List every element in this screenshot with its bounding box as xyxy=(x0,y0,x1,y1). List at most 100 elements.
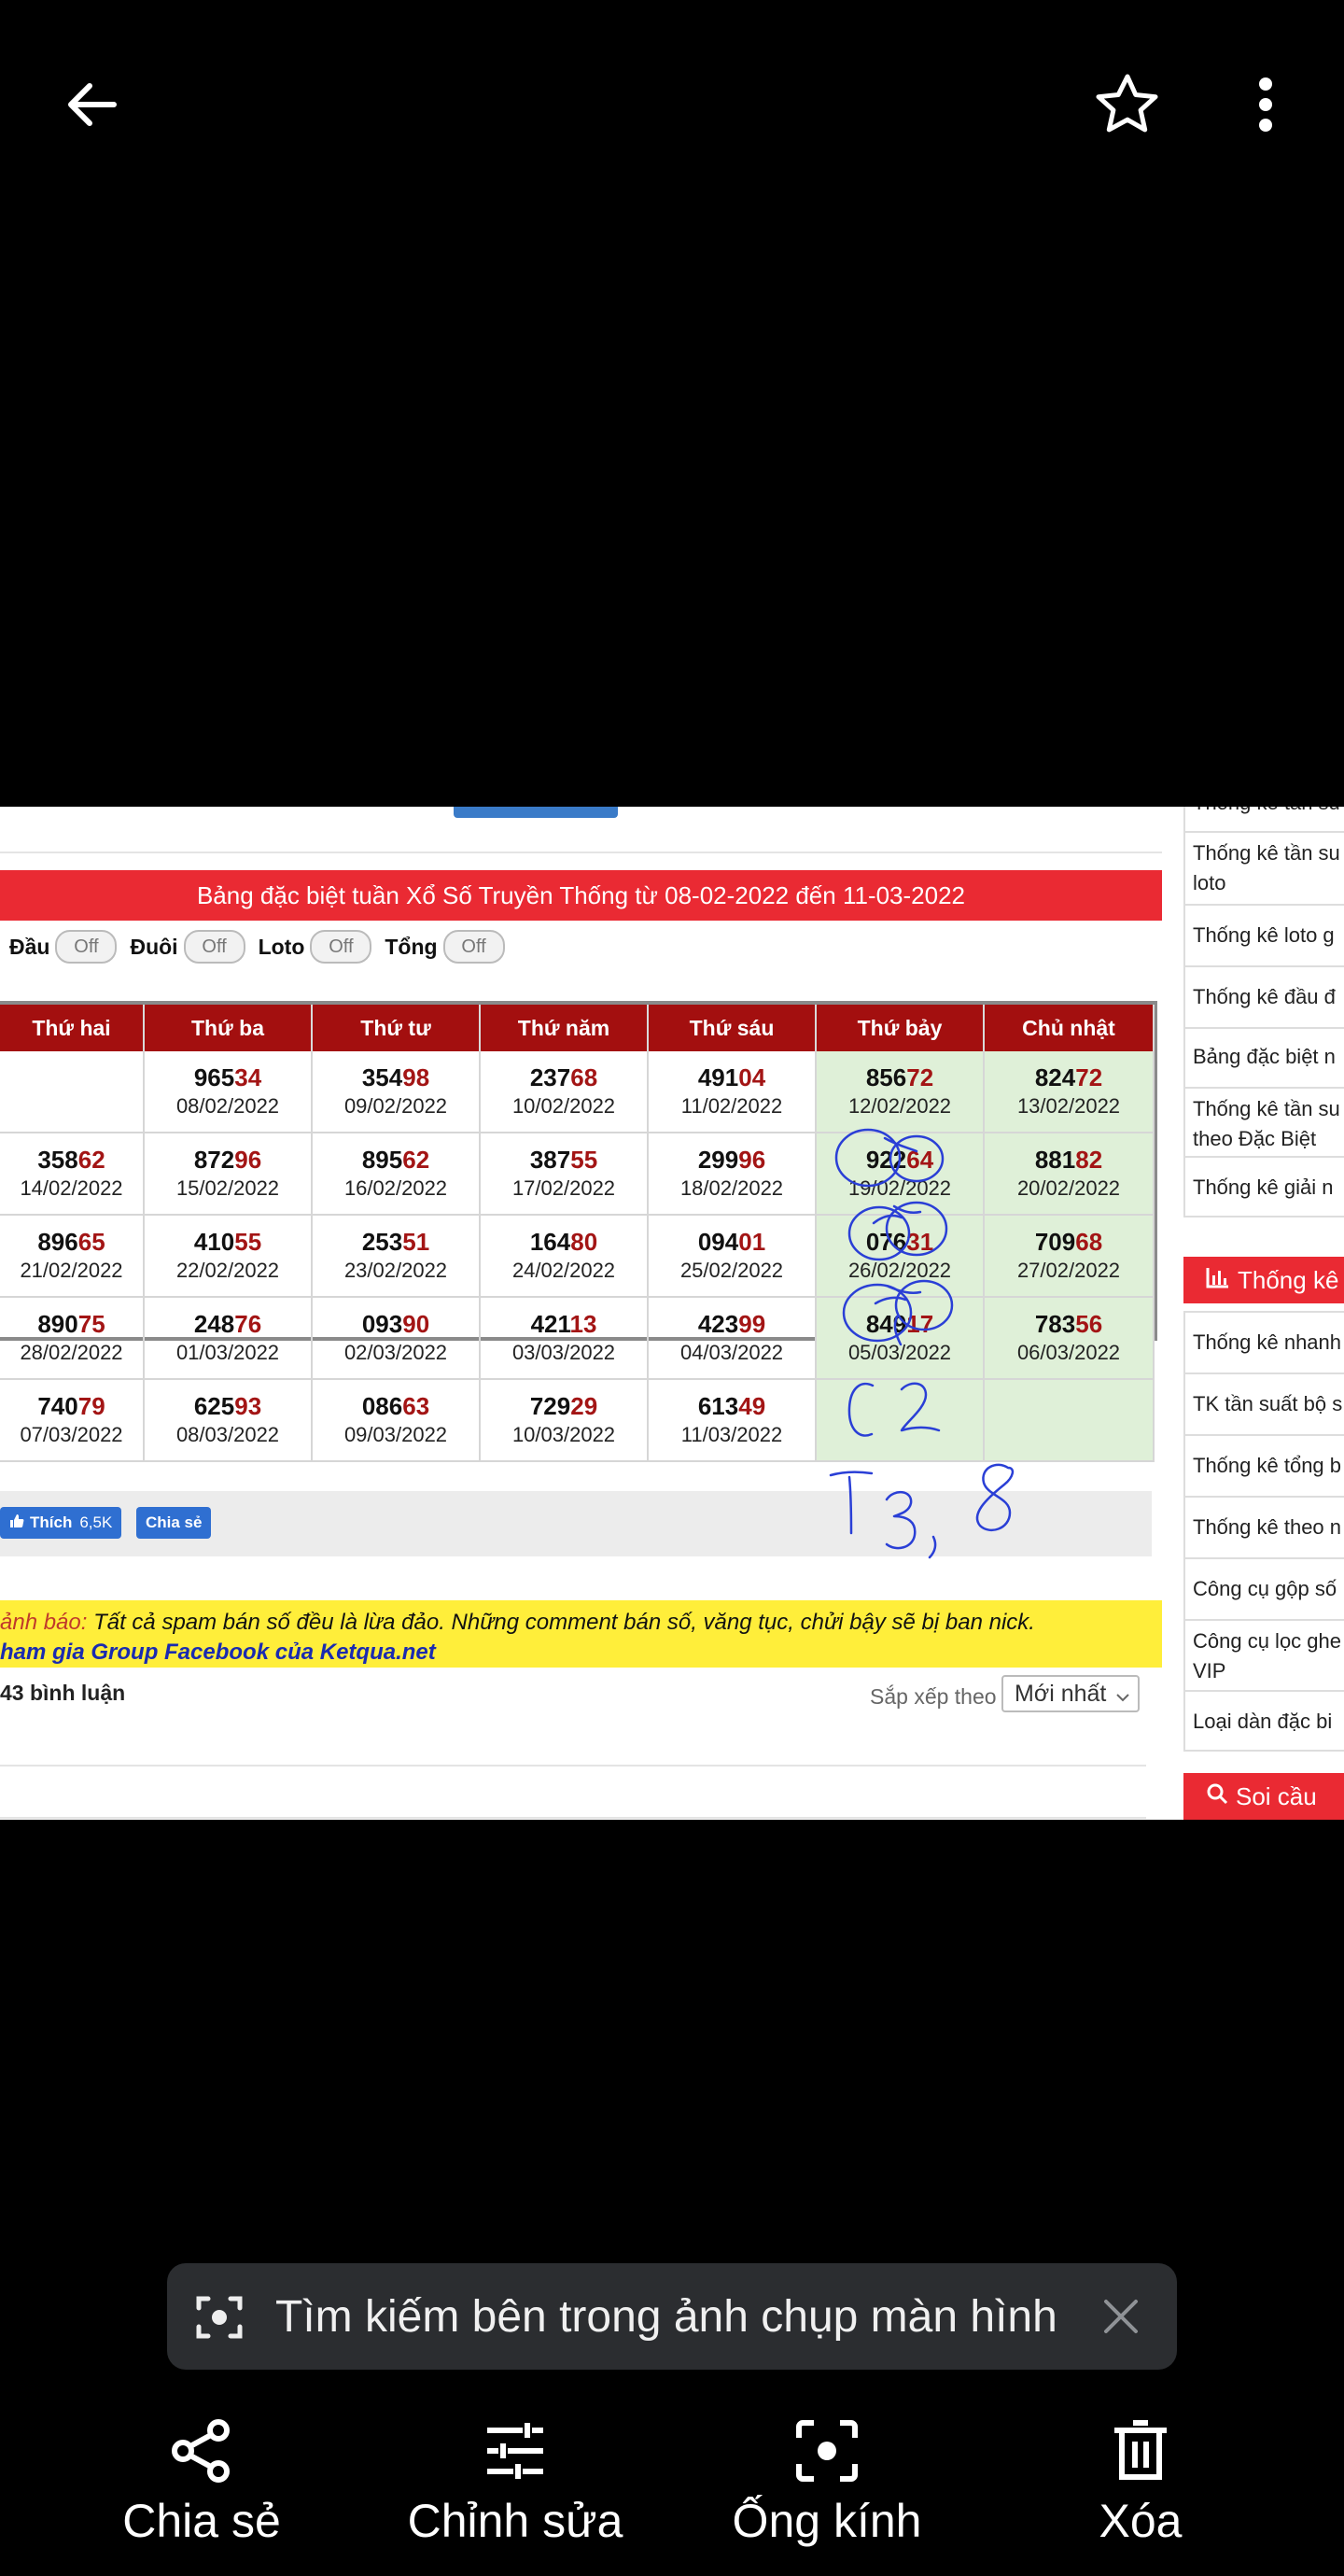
result-number-suffix: 34 xyxy=(234,1063,262,1091)
more-options-icon[interactable] xyxy=(1221,60,1310,149)
bar-chart-icon xyxy=(1206,1266,1230,1295)
warning-prefix: ảnh báo: xyxy=(0,1610,88,1635)
result-number-suffix: 72 xyxy=(906,1063,934,1091)
toggle-loto[interactable]: Off xyxy=(310,930,372,964)
toggle-label-dau: Đầu xyxy=(9,934,50,959)
result-date: 13/02/2022 xyxy=(1016,1094,1121,1118)
blue-button-edge[interactable] xyxy=(454,807,618,818)
sidebar-item[interactable]: Thống kê đầu đ xyxy=(1183,965,1344,1027)
sidebar-item[interactable]: Thống kê nhanh xyxy=(1183,1311,1344,1372)
toggle-dau[interactable]: Off xyxy=(55,930,118,964)
result-number-prefix: 729 xyxy=(529,1392,571,1420)
result-number-prefix: 354 xyxy=(361,1063,403,1091)
result-number-suffix: 79 xyxy=(77,1392,105,1420)
result-date: 16/02/2022 xyxy=(343,1176,448,1200)
result-number: 87296 xyxy=(145,1145,311,1175)
result-number-prefix: 387 xyxy=(529,1146,571,1174)
result-date: 27/02/2022 xyxy=(1016,1259,1121,1282)
result-number: 96534 xyxy=(145,1063,311,1092)
result-cell: 62593 08/03/2022 xyxy=(144,1379,313,1462)
result-number: 89075 xyxy=(0,1309,143,1339)
sidebar-item[interactable]: Công cụ gộp số xyxy=(1183,1557,1344,1619)
toggle-duoi[interactable]: Off xyxy=(183,930,245,964)
result-number-suffix: 56 xyxy=(1075,1310,1103,1338)
edit-label: Chỉnh sửa xyxy=(407,2495,623,2547)
result-date: 06/03/2022 xyxy=(1016,1341,1121,1364)
delete-button[interactable]: Xóa xyxy=(982,2409,1299,2549)
result-date: 15/02/2022 xyxy=(175,1176,280,1200)
result-number: 38755 xyxy=(481,1145,647,1175)
sidebar-item[interactable]: Thống kê tổng b xyxy=(1183,1434,1344,1496)
result-number-suffix: 13 xyxy=(569,1310,597,1338)
result-number: 89665 xyxy=(0,1227,143,1257)
result-number: 92264 xyxy=(817,1145,983,1175)
toggle-tong[interactable]: Off xyxy=(442,930,505,964)
search-icon xyxy=(1206,1782,1228,1811)
result-date: 08/02/2022 xyxy=(175,1094,280,1118)
share-button[interactable]: Chia sẻ xyxy=(43,2409,360,2549)
result-number-suffix: 63 xyxy=(402,1392,430,1420)
result-date: 24/02/2022 xyxy=(511,1259,616,1282)
sidebar-item[interactable]: Thống kê loto g xyxy=(1183,904,1344,965)
toggle-label-loto: Loto xyxy=(258,934,305,959)
result-cell: 08663 09/03/2022 xyxy=(312,1379,481,1462)
result-cell: 84917 05/03/2022 xyxy=(816,1297,985,1380)
result-number: 35498 xyxy=(313,1063,479,1092)
result-number-prefix: 164 xyxy=(529,1228,571,1256)
result-cell: 61349 11/03/2022 xyxy=(648,1379,817,1462)
result-number: 09390 xyxy=(313,1309,479,1339)
sidebar-item[interactable]: Loại dàn đặc bi xyxy=(1183,1690,1344,1752)
fb-like-label: Thích xyxy=(30,1513,73,1531)
result-cell: 70968 27/02/2022 xyxy=(984,1215,1155,1298)
sidebar-item[interactable]: Thống kê giải n xyxy=(1183,1156,1344,1218)
result-number-suffix: 76 xyxy=(234,1310,262,1338)
screenshot-image: Bảng đặc biệt tuần Xổ Số Truyền Thống từ… xyxy=(0,807,1344,1820)
table-row: 89665 21/02/2022 41055 22/02/2022 25351 23/02… xyxy=(0,1215,1155,1298)
result-date: 09/02/2022 xyxy=(343,1094,448,1118)
result-number-suffix: 29 xyxy=(570,1392,598,1420)
result-number-suffix: 49 xyxy=(738,1392,766,1420)
sidebar-item[interactable]: Thống kê tần su theo Đặc Biệt xyxy=(1183,1087,1344,1156)
result-number-prefix: 783 xyxy=(1034,1310,1076,1338)
sidebar-footer-title: Soi cầu xyxy=(1236,1781,1317,1810)
result-number: 85672 xyxy=(817,1063,983,1092)
result-cell xyxy=(816,1379,985,1462)
result-cell: 07631 26/02/2022 xyxy=(816,1215,985,1298)
edit-button[interactable]: Chỉnh sửa xyxy=(357,2409,674,2549)
result-cell: 38755 17/02/2022 xyxy=(480,1133,649,1216)
back-arrow-icon[interactable] xyxy=(47,60,136,149)
screenshot-search-pill[interactable]: Tìm kiếm bên trong ảnh chụp màn hình xyxy=(167,2263,1177,2370)
result-number-prefix: 358 xyxy=(37,1146,78,1174)
sidebar-item[interactable]: Thống kê theo n xyxy=(1183,1496,1344,1557)
sidebar-item[interactable]: Bảng đặc biệt n xyxy=(1183,1027,1344,1087)
result-number-prefix: 410 xyxy=(193,1228,235,1256)
sidebar-item[interactable]: Thống kê tần su loto xyxy=(1183,831,1344,904)
sidebar-item[interactable]: TK tần suất bộ s xyxy=(1183,1372,1344,1434)
result-cell: 89665 21/02/2022 xyxy=(0,1215,145,1298)
result-cell: 92264 19/02/2022 xyxy=(816,1133,985,1216)
table-row: 74079 07/03/2022 62593 08/03/2022 08663 09/03… xyxy=(0,1379,1155,1462)
result-number-suffix: 75 xyxy=(77,1310,105,1338)
table-row: 35862 14/02/2022 87296 15/02/2022 89562 16/02… xyxy=(0,1133,1155,1216)
result-cell: 78356 06/03/2022 xyxy=(984,1297,1155,1380)
result-date: 20/02/2022 xyxy=(1016,1176,1121,1200)
sidebar-item[interactable]: Công cụ lọc ghe VIP xyxy=(1183,1619,1344,1690)
result-date: 26/02/2022 xyxy=(847,1259,952,1282)
result-cell: 88182 20/02/2022 xyxy=(984,1133,1155,1216)
close-icon[interactable] xyxy=(1102,2298,1140,2340)
star-icon[interactable] xyxy=(1083,60,1172,149)
divider xyxy=(0,1817,1146,1819)
right-sidebar: Thống kê tần su Thống kê tần su loto Thố… xyxy=(1183,807,1344,1820)
toggle-row: Đầu Off Đuôi Off Loto Off Tổng Off xyxy=(9,928,512,965)
result-date: 01/03/2022 xyxy=(175,1341,280,1364)
sort-select[interactable]: Mới nhất xyxy=(1001,1675,1140,1712)
result-number-suffix: 98 xyxy=(402,1063,430,1091)
sidebar-item[interactable]: Thống kê tần su xyxy=(1183,807,1344,831)
sliders-icon xyxy=(357,2409,674,2493)
lens-button[interactable]: Ống kính xyxy=(668,2409,986,2549)
facebook-group-link[interactable]: ham gia Group Facebook của Ketqua.net xyxy=(0,1640,436,1666)
result-date: 04/03/2022 xyxy=(679,1341,784,1364)
fb-like-button[interactable]: Thích 6,5K xyxy=(0,1507,122,1539)
result-number: 07631 xyxy=(817,1227,983,1257)
fb-share-button[interactable]: Chia sẻ xyxy=(136,1507,212,1539)
